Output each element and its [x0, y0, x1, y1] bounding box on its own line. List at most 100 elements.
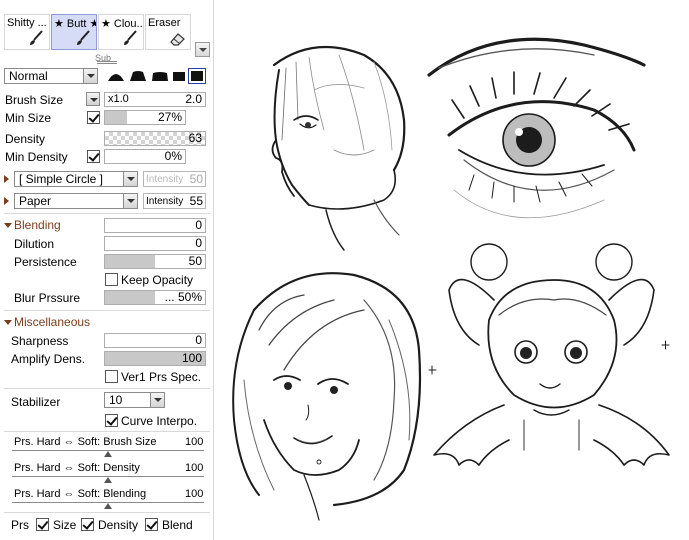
- chevron-down-icon: [83, 69, 97, 83]
- min-size-slider[interactable]: 27%: [104, 110, 186, 125]
- dilution-slider[interactable]: 0: [104, 236, 206, 251]
- min-size-value: 27%: [157, 110, 182, 124]
- brush-shape-select[interactable]: [ Simple Circle ]: [14, 171, 138, 187]
- prs-size-checkbox[interactable]: [36, 518, 49, 531]
- texture-intensity[interactable]: Intensity 55: [143, 193, 206, 209]
- tool-settings-panel: Shitty ... ★ Butt ★ ★ Clou... Eraser Sub…: [0, 0, 214, 540]
- tool-slot-butt[interactable]: ★ Butt ★: [51, 14, 97, 50]
- blend-mode-select[interactable]: Normal: [4, 68, 98, 84]
- sketch-artwork: [232, 37, 670, 521]
- min-density-checkbox[interactable]: [87, 150, 100, 163]
- amplify-density-label: Amplify Dens.: [11, 352, 86, 366]
- divider: [4, 512, 210, 513]
- min-density-slider[interactable]: 0%: [104, 149, 186, 164]
- persistence-value: 50: [188, 254, 202, 268]
- min-size-checkbox[interactable]: [87, 111, 100, 124]
- blending-value: 0: [195, 218, 202, 232]
- brush-shape-expand-icon[interactable]: [4, 175, 9, 183]
- prs-density-label: Density: [98, 518, 139, 532]
- pressure-label: Prs. Hard ⇔ Soft: Density: [14, 462, 140, 474]
- pressure-blending-slider[interactable]: Prs. Hard ⇔ Soft: Blending 100: [0, 488, 214, 510]
- sharpness-slider[interactable]: 0: [104, 333, 206, 348]
- brush-shape-intensity[interactable]: Intensity 50: [143, 171, 206, 187]
- pressure-brush-size-slider[interactable]: Prs. Hard ⇔ Soft: Brush Size 100: [0, 436, 214, 458]
- texture-value: Paper: [19, 194, 52, 208]
- texture-expand-icon[interactable]: [4, 197, 9, 205]
- drawing-canvas[interactable]: [214, 0, 689, 540]
- min-density-label: Min Density: [5, 150, 68, 164]
- brush-size-multiplier: x1.0: [108, 93, 129, 105]
- profile-sketch: [271, 45, 406, 251]
- brush-shape-flat-icon[interactable]: [150, 69, 170, 83]
- intensity-value: 50: [189, 172, 203, 186]
- brush-shape-square-icon[interactable]: [172, 69, 186, 83]
- brush-shape-soft-round-icon[interactable]: [128, 69, 148, 83]
- keep-opacity-checkbox[interactable]: [105, 273, 118, 286]
- tool-slot-eraser[interactable]: Eraser: [145, 14, 191, 50]
- brush-size-field[interactable]: x1.0 2.0: [104, 92, 206, 107]
- brush-icon: [124, 30, 137, 45]
- divider: [4, 431, 210, 432]
- dilution-value: 0: [195, 236, 202, 250]
- pressure-density-slider[interactable]: Prs. Hard ⇔ Soft: Density 100: [0, 462, 214, 484]
- misc-collapse-icon[interactable]: [4, 320, 12, 325]
- prs-blend-checkbox[interactable]: [145, 518, 158, 531]
- min-density-value: 0%: [164, 149, 182, 163]
- blending-collapse-icon[interactable]: [4, 223, 12, 228]
- tool-label: Shitty ...: [7, 17, 47, 29]
- slider-knob[interactable]: [104, 477, 112, 483]
- amplify-density-value: 100: [181, 351, 202, 365]
- girl-portrait-sketch: [232, 272, 422, 521]
- brush-icon: [77, 30, 90, 45]
- blur-pressure-slider[interactable]: ... 50%: [104, 290, 206, 305]
- prs-blend-label: Blend: [162, 518, 193, 532]
- slider-knob[interactable]: [104, 503, 112, 509]
- texture-select[interactable]: Paper: [14, 193, 138, 209]
- density-label: Density: [5, 132, 46, 146]
- ver1-pressure-checkbox[interactable]: [105, 370, 118, 383]
- eye-sketch: [427, 37, 646, 219]
- blur-pressure-value: ... 50%: [164, 290, 202, 304]
- blending-slider[interactable]: 0: [104, 218, 206, 233]
- persistence-slider[interactable]: 50: [104, 254, 206, 269]
- sharpness-value: 0: [195, 333, 202, 347]
- color-swatch[interactable]: [188, 68, 206, 84]
- brush-size-label: Brush Size: [5, 93, 64, 107]
- blending-section-title[interactable]: Blending: [14, 218, 61, 232]
- min-size-fill: [105, 111, 127, 124]
- brush-size-value: 2.0: [185, 92, 202, 106]
- curve-interpolation-checkbox[interactable]: [105, 414, 118, 427]
- density-slider[interactable]: 63: [104, 131, 206, 146]
- persistence-label: Persistence: [14, 255, 77, 269]
- slider-knob[interactable]: [104, 451, 112, 457]
- tool-label: Eraser: [148, 17, 181, 29]
- min-size-label: Min Size: [5, 111, 52, 125]
- stabilizer-value: 10: [109, 393, 123, 407]
- tool-slot-cloud[interactable]: ★ Clou...: [98, 14, 144, 50]
- pressure-value: 100: [185, 462, 204, 474]
- palette-resize-handle[interactable]: [97, 61, 117, 64]
- chevron-down-icon: [123, 172, 137, 186]
- keep-opacity-label: Keep Opacity: [121, 273, 194, 287]
- pressure-value: 100: [185, 488, 204, 500]
- divider: [4, 213, 210, 214]
- blur-pressure-fill: [105, 291, 155, 304]
- tool-slot-shitty[interactable]: Shitty ...: [4, 14, 50, 50]
- density-value: 63: [188, 131, 202, 145]
- eraser-icon: [170, 33, 185, 46]
- pressure-label: Prs. Hard ⇔ Soft: Brush Size: [14, 436, 157, 448]
- misc-section-title[interactable]: Miscellaneous: [14, 315, 90, 329]
- divider: [4, 388, 210, 389]
- divider: [4, 310, 210, 311]
- amplify-density-slider[interactable]: 100: [104, 351, 206, 366]
- brush-shape-round-icon[interactable]: [106, 69, 126, 83]
- dilution-label: Dilution: [14, 237, 55, 251]
- bat-girl-sketch: [428, 243, 670, 466]
- persistence-fill: [105, 255, 155, 268]
- curve-interpolation-label: Curve Interpo.: [121, 414, 198, 428]
- prs-density-checkbox[interactable]: [81, 518, 94, 531]
- tool-palette-scroll-button[interactable]: [195, 42, 210, 57]
- brush-size-range-button[interactable]: [86, 92, 100, 106]
- blend-mode-value: Normal: [9, 69, 48, 83]
- stabilizer-select[interactable]: 10: [104, 392, 165, 408]
